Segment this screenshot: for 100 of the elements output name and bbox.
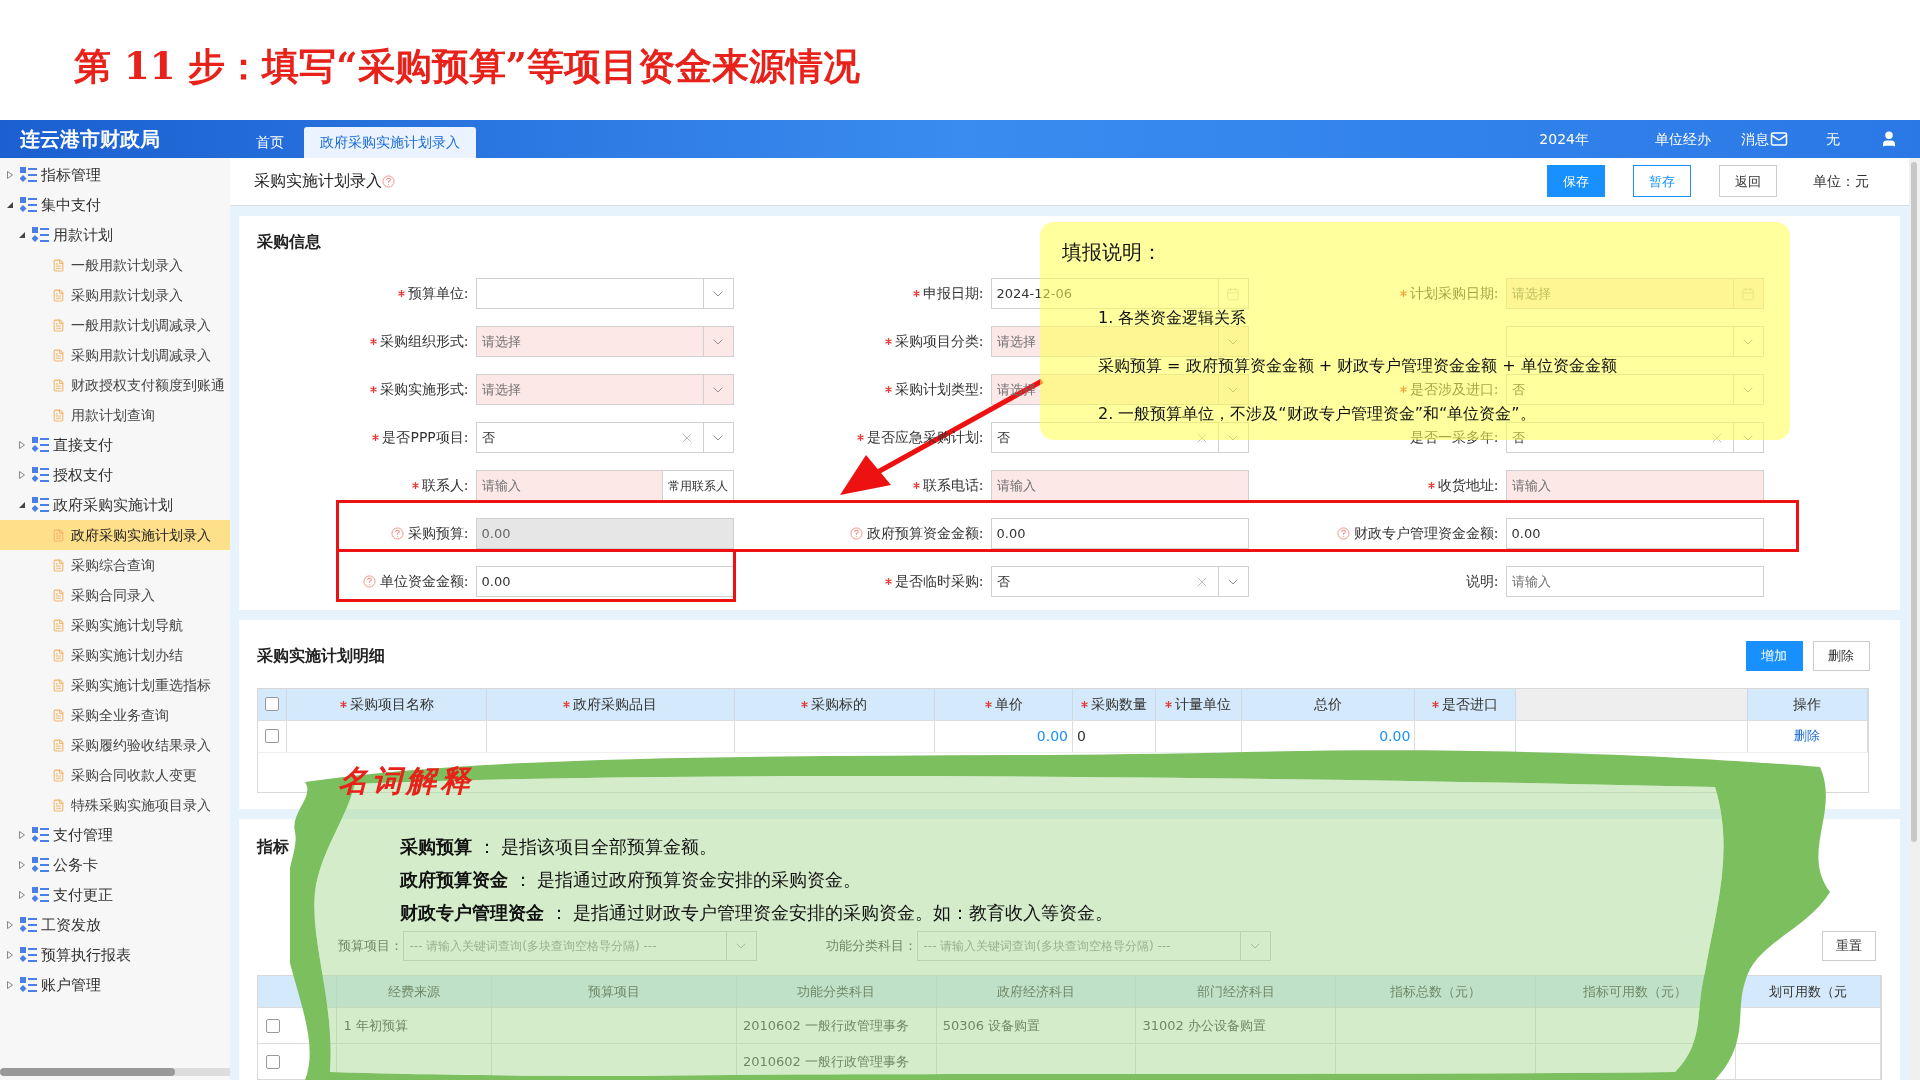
tree-item[interactable]: 账户管理 <box>0 970 230 1000</box>
table-cell-text: 0.00 <box>1379 726 1411 746</box>
expand-icon[interactable] <box>6 921 14 929</box>
field-label: 联系电话: <box>922 476 984 496</box>
select-field[interactable] <box>475 278 734 310</box>
tree-item[interactable]: 政府采购实施计划 <box>0 490 230 520</box>
section-title: 指标 <box>256 837 289 856</box>
document-icon <box>52 708 65 722</box>
tree-item[interactable]: 用款计划查询 <box>0 400 230 430</box>
help-icon <box>381 174 395 188</box>
user-icon[interactable] <box>1880 130 1898 148</box>
checkbox[interactable] <box>265 697 279 712</box>
tree-item[interactable]: 采购综合查询 <box>0 550 230 580</box>
select-field[interactable]: 请选择 <box>990 326 1249 358</box>
input-field[interactable]: 0.00 <box>475 566 734 598</box>
select-field[interactable]: 请选择 <box>475 326 734 358</box>
tree-item[interactable]: 预算执行报表 <box>0 940 230 970</box>
select-field[interactable]: 否 <box>990 566 1249 598</box>
document-icon <box>52 618 65 632</box>
tree-item[interactable]: 财政授权支付额度到账通 <box>0 370 230 400</box>
tree-item[interactable]: 一般用款计划录入 <box>0 250 230 280</box>
horizontal-scrollbar[interactable] <box>0 1068 230 1076</box>
tree-item[interactable]: 集中支付 <box>0 190 230 220</box>
section-title: 采购实施计划明细 <box>256 644 385 667</box>
select-field[interactable]: 否 <box>990 422 1249 454</box>
tree-item[interactable]: 采购全业务查询 <box>0 700 230 730</box>
expand-icon[interactable] <box>18 471 26 479</box>
role-label[interactable]: 单位经办 <box>1655 128 1711 150</box>
reset-button[interactable]: 重置 <box>1821 931 1876 961</box>
tree-item[interactable]: 采购履约验收结果录入 <box>0 730 230 760</box>
input-field[interactable]: 请输入 <box>1505 566 1764 598</box>
expand-icon[interactable] <box>18 861 26 869</box>
expand-icon[interactable] <box>6 171 14 179</box>
tree-item[interactable]: 政府采购实施计划录入 <box>0 520 230 550</box>
checkbox[interactable] <box>265 1054 280 1069</box>
mail-icon[interactable] <box>1770 130 1788 148</box>
checkbox[interactable] <box>265 1018 280 1033</box>
column-header: 划可用数（元 <box>1768 982 1847 1001</box>
tree-item[interactable]: 授权支付 <box>0 460 230 490</box>
page-title: 采购实施计划录入 <box>253 170 382 193</box>
tree-item[interactable]: 直接支付 <box>0 430 230 460</box>
table-cell-text: 0.00 <box>1036 726 1068 746</box>
document-icon <box>52 588 65 602</box>
tree-item[interactable]: 特殊采购实施项目录入 <box>0 790 230 820</box>
field-label: 采购计划类型: <box>894 380 984 400</box>
table-button[interactable]: 删除 <box>1812 640 1870 671</box>
tree-item[interactable]: 一般用款计划调减录入 <box>0 310 230 340</box>
tree-item[interactable]: 采购实施计划办结 <box>0 640 230 670</box>
checkbox[interactable] <box>265 729 279 744</box>
column-header: 政府经济科目 <box>997 982 1076 1001</box>
expand-icon[interactable] <box>6 981 14 989</box>
contact-button[interactable]: 常用联系人 <box>661 471 733 501</box>
select-field[interactable]: 请选择 <box>475 374 734 406</box>
tree-item[interactable]: 采购用款计划调减录入 <box>0 340 230 370</box>
collapse-icon[interactable] <box>6 201 14 209</box>
input-field[interactable]: 请输入 <box>1505 470 1764 502</box>
field-label: 是否PPP项目: <box>382 428 469 448</box>
collapse-icon[interactable] <box>18 501 26 509</box>
tree-item[interactable]: 采购合同录入 <box>0 580 230 610</box>
select-field[interactable] <box>1505 326 1764 358</box>
tree-item[interactable]: 指标管理 <box>0 160 230 190</box>
input-field[interactable]: 0.00 <box>990 518 1249 550</box>
table-cell-text: 31002 办公设备购置 <box>1142 1016 1266 1035</box>
tree-item[interactable]: 用款计划 <box>0 220 230 250</box>
field-label: 收货地址: <box>1437 476 1499 496</box>
expand-icon[interactable] <box>6 951 14 959</box>
vertical-scrollbar[interactable] <box>1911 162 1918 842</box>
table-cell-text: 50306 设备购置 <box>942 1016 1041 1035</box>
input-field[interactable]: 0.00 <box>475 518 734 550</box>
user-name[interactable]: 无 <box>1826 128 1840 150</box>
messages-label[interactable]: 消息 <box>1741 128 1769 150</box>
nav-tab[interactable]: 首页 <box>240 127 300 158</box>
date-field[interactable]: 2024-12-06 <box>990 278 1249 310</box>
expand-icon[interactable] <box>18 891 26 899</box>
field-label: 单位资金金额: <box>379 572 469 592</box>
tree-item[interactable]: 采购实施计划重选指标 <box>0 670 230 700</box>
tree-list-icon <box>32 467 49 483</box>
tree-list-icon <box>32 857 49 873</box>
select-field[interactable]: 否 <box>475 422 734 454</box>
tree-item[interactable]: 工资发放 <box>0 910 230 940</box>
delete-link[interactable]: 删除 <box>1794 726 1821 746</box>
tree-item[interactable]: 支付更正 <box>0 880 230 910</box>
field-label: 说明: <box>1465 572 1499 592</box>
field-label: 财政专户管理资金金额: <box>1353 524 1499 544</box>
document-icon <box>52 528 65 542</box>
tree-item[interactable]: 采购用款计划录入 <box>0 280 230 310</box>
toolbar-button[interactable]: 返回 <box>1718 165 1777 198</box>
tree-item[interactable]: 支付管理 <box>0 820 230 850</box>
collapse-icon[interactable] <box>18 231 26 239</box>
input-field[interactable]: 请输入 常用联系人 <box>475 470 734 502</box>
input-field[interactable]: 请输入 <box>990 470 1249 502</box>
year-label[interactable]: 2024年 <box>1539 128 1589 150</box>
expand-icon[interactable] <box>18 441 26 449</box>
input-field[interactable]: 0.00 <box>1505 518 1764 550</box>
tree-item[interactable]: 采购合同收款人变更 <box>0 760 230 790</box>
expand-icon[interactable] <box>18 831 26 839</box>
tree-item[interactable]: 采购实施计划导航 <box>0 610 230 640</box>
nav-tab[interactable]: 政府采购实施计划录入 <box>304 127 476 158</box>
field-label: 是否涉及进口: <box>1409 380 1499 400</box>
tree-item[interactable]: 公务卡 <box>0 850 230 880</box>
